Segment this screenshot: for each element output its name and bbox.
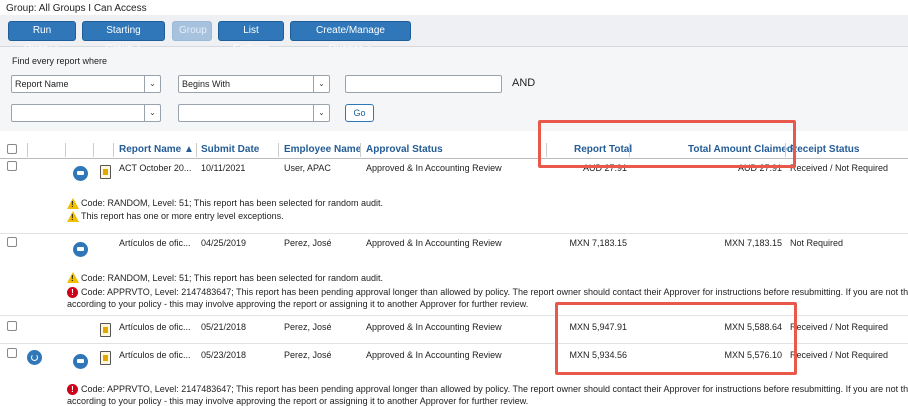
error-icon: ! (67, 287, 78, 298)
row-divider (0, 343, 908, 344)
exception-message: Code: RANDOM, Level: 51; This report has… (81, 198, 383, 208)
report-name-link[interactable]: ACT October 20... (119, 163, 191, 173)
column-divider (546, 143, 547, 157)
warning-icon (67, 211, 79, 222)
approval-status: Approved & In Accounting Review (366, 238, 502, 248)
exception-message: Code: APPRVTO, Level: 2147483647; This r… (81, 287, 908, 297)
go-button[interactable]: Go (345, 104, 374, 122)
exception-message-continued: according to your policy - this may invo… (67, 299, 529, 309)
report-total: MXN 5,934.56 (569, 350, 627, 360)
run-query-button[interactable]: Run Query▼ (8, 21, 76, 55)
column-divider (93, 143, 94, 157)
chat-icon[interactable] (73, 166, 88, 181)
row-divider (0, 315, 908, 316)
receipt-status: Received / Not Required (790, 322, 889, 332)
report-name-link[interactable]: Artículos de ofic... (119, 238, 191, 248)
field-select-2[interactable]: ⌄ (11, 104, 161, 122)
toolbar: Run Query▼ Starting Group▼ Group List Se… (0, 15, 908, 55)
column-approval-status[interactable]: Approval Status (366, 144, 443, 155)
receipt-status: Received / Not Required (790, 350, 889, 360)
warning-icon (67, 198, 79, 209)
chevron-down-icon: ⌄ (313, 76, 329, 92)
field-select-1-value: Report Name (15, 79, 69, 89)
table-header: Report Name ▲ Submit Date Employee Name … (0, 141, 908, 159)
operator-select-2[interactable]: ⌄ (178, 104, 330, 122)
row-checkbox[interactable] (7, 321, 17, 331)
submit-date: 04/25/2019 (201, 238, 247, 248)
submit-date: 05/23/2018 (201, 350, 247, 360)
report-name-link[interactable]: Artículos de ofic... (119, 350, 191, 360)
receipt-status: Received / Not Required (790, 163, 889, 173)
column-divider (113, 143, 114, 157)
column-divider (196, 143, 197, 157)
operator-select-1-value: Begins With (182, 79, 231, 89)
total-amount-claimed: MXN 5,576.10 (724, 350, 782, 360)
column-submit-date[interactable]: Submit Date (201, 144, 259, 155)
column-employee-name[interactable]: Employee Name (284, 144, 361, 155)
chat-icon[interactable] (73, 242, 88, 257)
report-total: MXN 7,183.15 (569, 238, 627, 248)
warning-icon (67, 272, 79, 283)
row-checkbox[interactable] (7, 348, 17, 358)
exception-message: This report has one or more entry level … (81, 211, 284, 221)
receipt-icon[interactable] (100, 165, 111, 179)
column-report-name[interactable]: Report Name ▲ (119, 144, 194, 155)
submit-date: 10/11/2021 (201, 163, 246, 173)
employee-name: Perez, José (284, 350, 332, 360)
chat-icon[interactable] (73, 354, 88, 369)
total-amount-claimed: AUD 27.91 (737, 163, 782, 173)
report-total: MXN 5,947.91 (569, 322, 627, 332)
receipt-status: Not Required (790, 238, 844, 248)
exception-message: Code: APPRVTO, Level: 2147483647; This r… (81, 384, 908, 394)
row-checkbox[interactable] (7, 237, 17, 247)
column-total-amount-claimed[interactable]: Total Amount Claimed (688, 144, 793, 155)
chevron-down-icon: ⌄ (144, 76, 160, 92)
receipt-icon[interactable] (100, 351, 111, 365)
employee-name: Perez, José (284, 322, 332, 332)
column-report-total[interactable]: Report Total (574, 144, 632, 155)
rotate-icon[interactable] (27, 350, 42, 365)
column-divider (360, 143, 361, 157)
group-button[interactable]: Group (172, 21, 212, 41)
field-select-1[interactable]: Report Name ⌄ (11, 75, 161, 93)
create-manage-queries-button[interactable]: Create/Manage Queries▼ (290, 21, 411, 55)
and-label: AND (512, 77, 536, 89)
column-divider (278, 143, 279, 157)
chevron-down-icon: ⌄ (144, 105, 160, 121)
find-label: Find every report where (12, 56, 108, 66)
total-amount-claimed: MXN 7,183.15 (724, 238, 782, 248)
column-divider (629, 143, 630, 157)
approval-status: Approved & In Accounting Review (366, 163, 502, 173)
receipt-icon[interactable] (100, 323, 111, 337)
approval-status: Approved & In Accounting Review (366, 350, 502, 360)
row-checkbox[interactable] (7, 161, 17, 171)
exception-message-continued: according to your policy - this may invo… (67, 396, 529, 406)
highlight-box-totals-rows (555, 302, 797, 375)
exception-message: Code: RANDOM, Level: 51; This report has… (81, 273, 383, 283)
select-all-checkbox[interactable] (7, 144, 17, 154)
starting-group-button[interactable]: Starting Group▼ (82, 21, 165, 55)
approval-status: Approved & In Accounting Review (366, 322, 502, 332)
report-total: AUD 27.91 (582, 163, 627, 173)
operator-select-1[interactable]: Begins With ⌄ (178, 75, 330, 93)
employee-name: Perez, José (284, 238, 332, 248)
group-label: Group: All Groups I Can Access (6, 3, 147, 14)
column-receipt-status[interactable]: Receipt Status (790, 144, 859, 155)
row-divider (0, 233, 908, 234)
report-name-link[interactable]: Artículos de ofic... (119, 322, 191, 332)
total-amount-claimed: MXN 5,588.64 (724, 322, 782, 332)
column-divider (785, 143, 786, 157)
chevron-down-icon: ⌄ (313, 105, 329, 121)
list-settings-button[interactable]: List Settings (218, 21, 284, 54)
error-icon: ! (67, 384, 78, 395)
submit-date: 05/21/2018 (201, 322, 247, 332)
search-value-input[interactable] (345, 75, 502, 93)
employee-name: User, APAC (284, 163, 331, 173)
column-divider (27, 143, 28, 157)
column-divider (65, 143, 66, 157)
